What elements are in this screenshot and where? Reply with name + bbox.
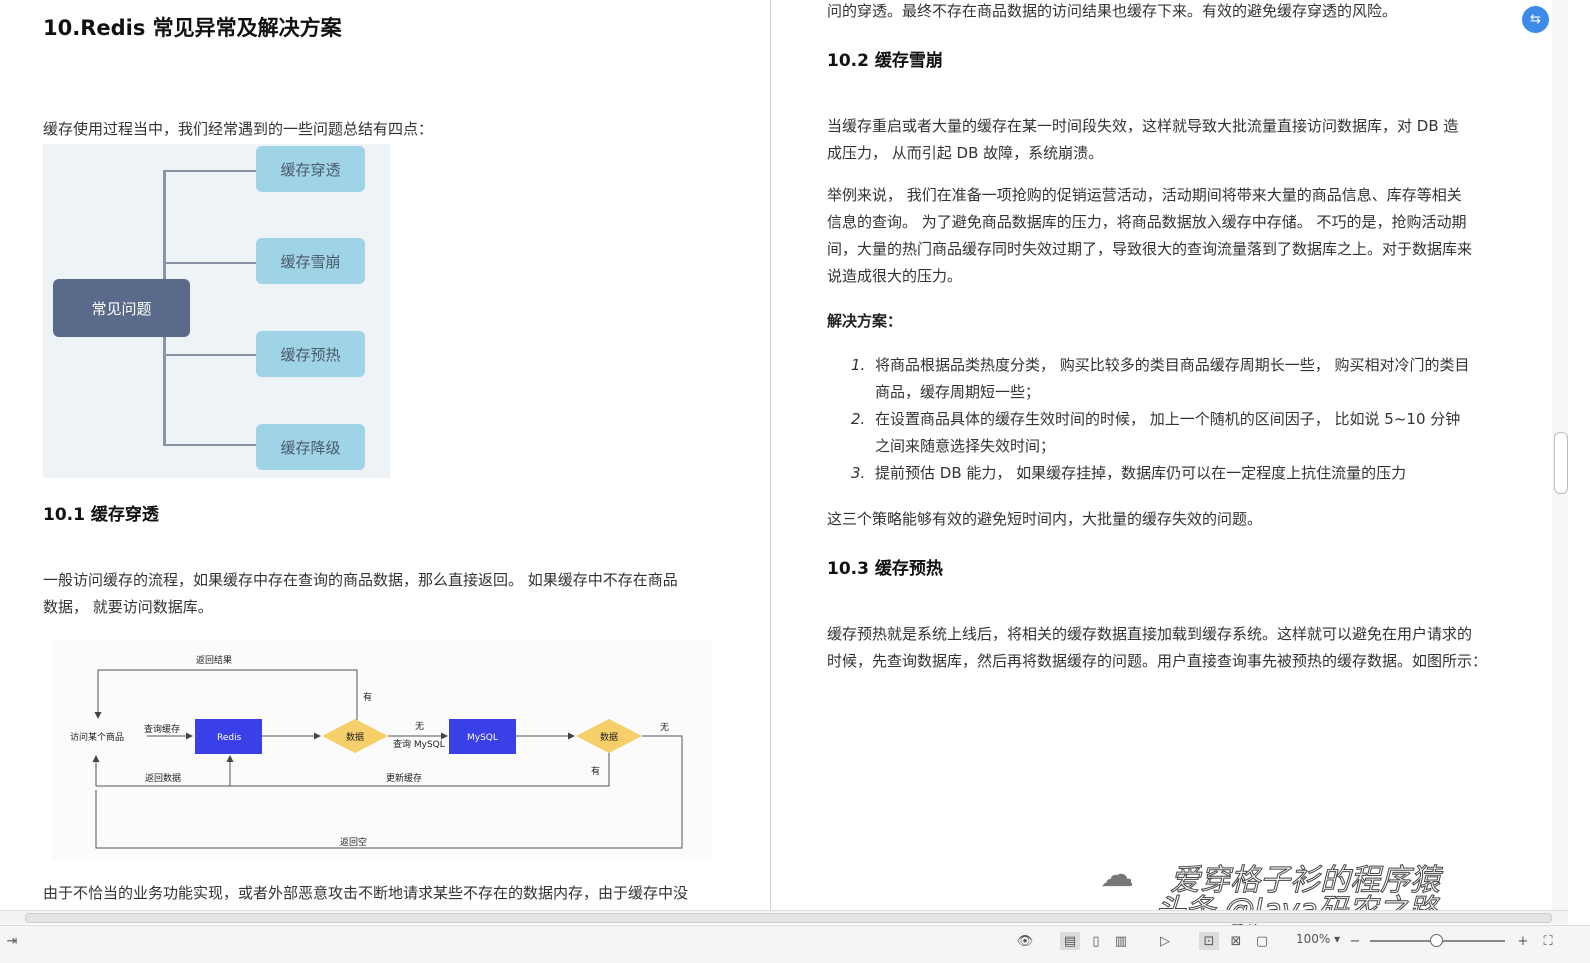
document-page-right: 问的穿透。最终不存在商品数据的访问结果也缓存下来。有效的避免缓存穿透的风险。 1… xyxy=(771,0,1561,915)
eye-icon[interactable]: 👁 xyxy=(1015,932,1035,950)
flow-start-label: 访问某个商品 xyxy=(70,731,124,743)
paragraph-line: 说造成很大的压力。 xyxy=(827,267,963,285)
mindmap-node-avalanche: 缓存雪崩 xyxy=(256,238,365,284)
paragraph-line: 缓存预热就是系统上线后，将相关的缓存数据直接加载到缓存系统。这样就可以避免在用户… xyxy=(827,625,1473,643)
flow-svg: 访问某个商品 查询缓存 Redis 数据 有 无 查询 MySQL MySQL … xyxy=(70,654,683,849)
mindmap-connector xyxy=(163,170,256,172)
book-view-icon[interactable]: ▥ xyxy=(1111,932,1131,950)
mindmap-connector xyxy=(163,262,256,264)
vertical-scrollbar-thumb[interactable] xyxy=(1554,432,1568,494)
zoom-level[interactable]: 100% ▾ xyxy=(1296,932,1340,946)
translate-float-icon[interactable]: ⇆ xyxy=(1522,6,1549,33)
paragraph-line: 数据， 就要访问数据库。 xyxy=(43,598,213,616)
flow-data1-label: 数据 xyxy=(346,731,364,743)
paragraph-line: 一般访问缓存的流程，如果缓存中存在查询的商品数据，那么直接返回。 如果缓存中不存… xyxy=(43,571,678,589)
subsection-title-avalanche: 10.2 缓存雪崩 xyxy=(827,51,943,71)
fit-page-icon[interactable]: ⊡ xyxy=(1199,932,1219,950)
fit-width-icon[interactable]: ⊠ xyxy=(1226,932,1246,950)
horizontal-scrollbar-thumb[interactable] xyxy=(25,913,1552,923)
mindmap-root-node: 常见问题 xyxy=(53,279,190,337)
mindmap-node-preheat: 缓存预热 xyxy=(256,331,365,377)
document-page-left: 10.Redis 常见异常及解决方案 缓存使用过程当中，我们经常遇到的一些问题总… xyxy=(0,0,770,915)
flow-return-empty-label: 返回空 xyxy=(340,836,367,848)
list-text: 提前预估 DB 能力， 如果缓存挂掉，数据库仍可以在一定程度上抗住流量的压力 xyxy=(875,464,1407,482)
flow-return-data-label: 返回数据 xyxy=(145,772,181,784)
paragraph-line: 信息的查询。 为了避免商品数据库的压力，将商品数据放入缓存中存储。 不巧的是，抢… xyxy=(827,213,1467,231)
list-item: 2. 在设置商品具体的缓存生效时间的时候， 加上一个随机的区间因子， 比如说 5… xyxy=(851,406,1470,460)
solution-list: 1. 将商品根据品类热度分类， 购买比较多的类目商品缓存周期长一些， 购买相对冷… xyxy=(851,352,1470,487)
subsection-title-penetration: 10.1 缓存穿透 xyxy=(43,505,159,525)
fullscreen-icon[interactable]: ⛶ xyxy=(1538,932,1558,950)
paragraph-line: 成压力， 从而引起 DB 故障，系统崩溃。 xyxy=(827,144,1104,162)
list-number: 3. xyxy=(851,464,866,482)
paragraph-line: 当缓存重启或者大量的缓存在某一时间段失效，这样就导致大批流量直接访问数据库，对 … xyxy=(827,117,1459,135)
status-bar: ⇥ 👁 ▤ ▯ ▥ ▷ ⊡ ⊠ ▢ 100% ▾ − + ⛶ xyxy=(0,925,1590,963)
paragraph-line: 时候，先查询数据库，然后再将数据缓存的问题。用户直接查询事先被预热的缓存数据。如… xyxy=(827,652,1488,670)
flow-update-cache-label: 更新缓存 xyxy=(386,772,422,784)
zoom-out-icon[interactable]: − xyxy=(1345,932,1365,950)
flow-mysql-label: MySQL xyxy=(467,733,498,743)
paragraph-line: 间，大量的热门商品缓存同时失效过期了，导致很大的查询流量落到了数据库之上。对于数… xyxy=(827,240,1473,258)
section-title: 10.Redis 常见异常及解决方案 xyxy=(43,16,342,40)
zoom-slider-handle[interactable] xyxy=(1430,934,1443,947)
horizontal-scrollbar[interactable] xyxy=(0,910,1568,924)
mindmap-node-degrade: 缓存降级 xyxy=(256,424,365,470)
cache-flow-diagram: 访问某个商品 查询缓存 Redis 数据 有 无 查询 MySQL MySQL … xyxy=(52,640,712,860)
list-item: 3. 提前预估 DB 能力， 如果缓存挂掉，数据库仍可以在一定程度上抗住流量的压… xyxy=(851,460,1470,487)
mindmap-node-penetration: 缓存穿透 xyxy=(256,146,365,192)
play-icon[interactable]: ▷ xyxy=(1155,932,1175,950)
list-text: 将商品根据品类热度分类， 购买比较多的类目商品缓存周期长一些， 购买相对冷门的类… xyxy=(875,356,1470,374)
mindmap-connector xyxy=(163,354,256,356)
mindmap-diagram: 常见问题 缓存穿透 缓存雪崩 缓存预热 缓存降级 xyxy=(43,144,390,478)
flow-query-mysql-label: 查询 MySQL xyxy=(393,738,445,750)
list-number: 1. xyxy=(851,356,866,374)
doc-view-icon[interactable]: ▯ xyxy=(1086,932,1106,950)
page-nav-icon[interactable]: ⇥ xyxy=(2,932,22,950)
paragraph-line: 举例来说， 我们在准备一项抢购的促销运营活动，活动期间将带来大量的商品信息、库存… xyxy=(827,186,1462,204)
zoom-in-icon[interactable]: + xyxy=(1513,932,1533,950)
flow-yes2-label: 有 xyxy=(591,765,600,777)
flow-data2-label: 数据 xyxy=(600,731,618,743)
subsection-title-preheat: 10.3 缓存预热 xyxy=(827,559,943,579)
list-text: 商品，缓存周期短一些； xyxy=(875,383,1041,401)
flow-redis-label: Redis xyxy=(217,733,242,743)
solution-label: 解决方案： xyxy=(827,312,903,330)
paragraph-line: 由于不恰当的业务功能实现，或者外部恶意攻击不断地请求某些不存在的数据内存，由于缓… xyxy=(43,884,689,902)
list-item: 1. 将商品根据品类热度分类， 购买比较多的类目商品缓存周期长一些， 购买相对冷… xyxy=(851,352,1470,406)
mindmap-connector xyxy=(163,444,256,446)
list-number: 2. xyxy=(851,410,866,428)
list-text: 之间来随意选择失效时间； xyxy=(875,437,1056,455)
list-text: 在设置商品具体的缓存生效时间的时候， 加上一个随机的区间因子， 比如说 5~10… xyxy=(875,410,1461,428)
paragraph-line: 这三个策略能够有效的避免短时间内，大批量的缓存失效的问题。 xyxy=(827,510,1263,528)
flow-query-cache-label: 查询缓存 xyxy=(144,723,180,735)
flow-no1-label: 无 xyxy=(415,721,424,732)
page-view-icon[interactable]: ▤ xyxy=(1060,932,1080,950)
intro-paragraph: 缓存使用过程当中，我们经常遇到的一些问题总结有四点： xyxy=(43,120,434,138)
flow-no2-label: 无 xyxy=(660,722,669,733)
paragraph-line: 问的穿透。最终不存在商品数据的访问结果也缓存下来。有效的避免缓存穿透的风险。 xyxy=(827,2,1398,20)
flow-yes1-label: 有 xyxy=(363,691,372,703)
flow-return-result-label: 返回结果 xyxy=(196,654,232,666)
crop-icon[interactable]: ▢ xyxy=(1252,932,1272,950)
